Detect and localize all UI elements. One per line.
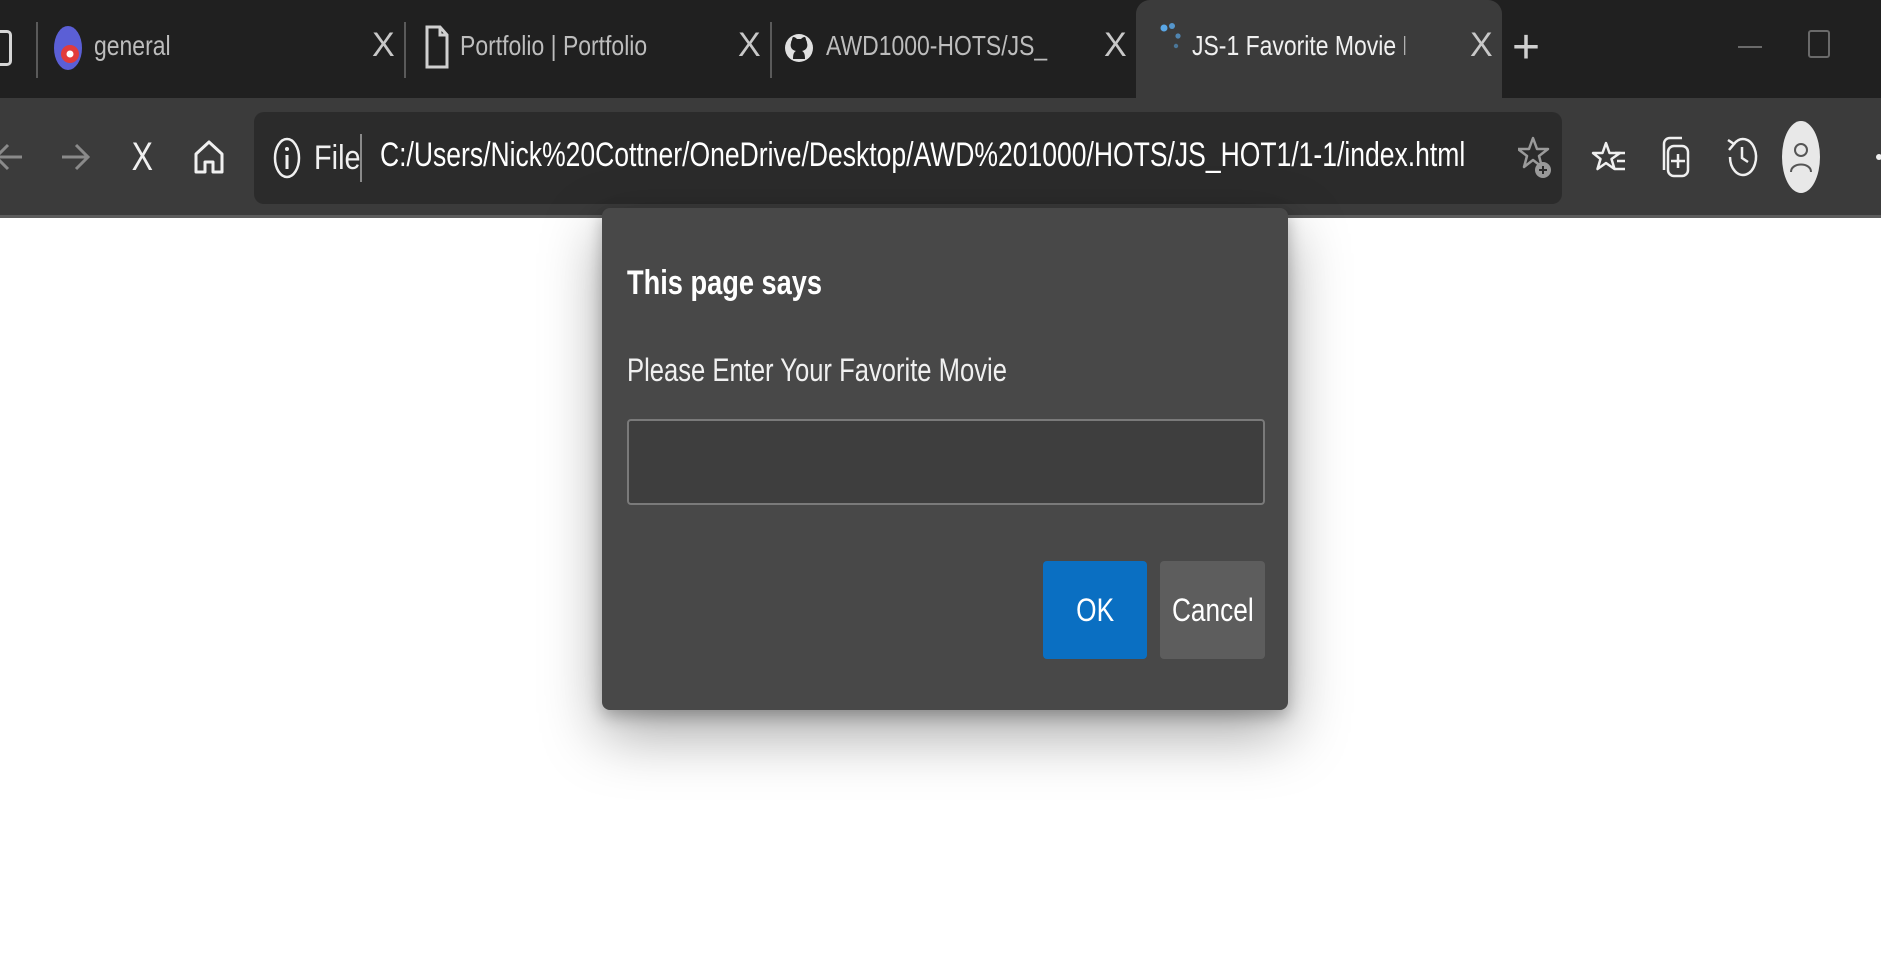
home-icon <box>194 140 224 174</box>
minimize-icon[interactable] <box>1738 46 1762 48</box>
forward-button[interactable] <box>46 128 104 186</box>
tab-title: Portfolio | Portfolio <box>460 30 648 61</box>
tab-portfolio[interactable]: Portfolio | Portfolio X <box>404 0 770 98</box>
more-button[interactable] <box>1855 128 1881 186</box>
site-info-label: File <box>314 138 361 177</box>
ok-label: OK <box>1076 591 1114 628</box>
collections-icon <box>1662 136 1690 178</box>
prompt-dialog: This page says Please Enter Your Favorit… <box>602 208 1288 710</box>
dialog-title: This page says <box>627 264 823 302</box>
tab-general[interactable]: general X <box>36 0 404 98</box>
cancel-button[interactable]: Cancel <box>1160 561 1265 659</box>
url-separator <box>360 134 362 182</box>
tab-close-button[interactable]: X <box>1104 28 1127 62</box>
back-arrow-icon <box>0 143 22 171</box>
info-icon <box>273 137 301 179</box>
app-icon <box>52 24 84 77</box>
tab-separator <box>770 22 772 78</box>
tab-separator <box>36 22 38 78</box>
address-bar[interactable]: File C:/Users/Nick%20Cottner/OneDrive/De… <box>254 112 1562 204</box>
stop-loading-button[interactable]: X <box>113 128 171 186</box>
url-input[interactable]: C:/Users/Nick%20Cottner/OneDrive/Desktop… <box>380 136 1465 175</box>
tab-actions-icon[interactable] <box>0 30 12 66</box>
site-info-button[interactable]: File <box>272 130 369 186</box>
history-icon <box>1727 137 1758 177</box>
add-favorite-icon[interactable] <box>1516 134 1552 185</box>
tab-js-1-favorite-movie-list[interactable]: JS-1 Favorite Movie List X <box>1136 0 1502 98</box>
tab-github[interactable]: AWD1000-HOTS/JS_HOT1/1-1 at X <box>770 0 1136 98</box>
back-button[interactable] <box>0 128 38 186</box>
favorite-movie-input[interactable] <box>627 419 1265 505</box>
cancel-label: Cancel <box>1171 591 1254 628</box>
tab-title: JS-1 Favorite Movie List <box>1192 30 1405 61</box>
restore-icon[interactable] <box>1808 30 1830 58</box>
tab-separator <box>404 22 406 78</box>
favorites-button[interactable] <box>1580 128 1638 186</box>
ok-button[interactable]: OK <box>1043 561 1147 659</box>
toolbar: X File C:/Users/Nick%20Cottner/OneDrive/… <box>0 98 1881 218</box>
tab-close-button[interactable]: X <box>738 28 761 62</box>
collections-button[interactable] <box>1647 128 1705 186</box>
new-tab-button[interactable]: + <box>1512 24 1540 72</box>
history-button[interactable] <box>1713 128 1771 186</box>
tab-title: general <box>94 30 171 61</box>
stop-icon: X <box>131 134 153 179</box>
profile-button[interactable] <box>1781 120 1821 194</box>
tab-strip: general X Portfolio | Portfolio X AWD100… <box>0 0 1881 98</box>
favorites-icon <box>1591 141 1625 171</box>
tab-title: AWD1000-HOTS/JS_HOT1/1-1 at <box>826 30 1048 61</box>
github-icon <box>784 28 814 73</box>
tab-close-button[interactable]: X <box>372 28 395 62</box>
page-icon <box>424 24 450 75</box>
home-button[interactable] <box>180 128 238 186</box>
dialog-message: Please Enter Your Favorite Movie <box>627 352 1007 388</box>
forward-arrow-icon <box>62 143 91 171</box>
more-icon <box>1876 154 1881 160</box>
tab-close-button[interactable]: X <box>1470 28 1493 62</box>
loading-icon <box>1158 22 1186 61</box>
avatar-icon <box>1782 121 1820 193</box>
